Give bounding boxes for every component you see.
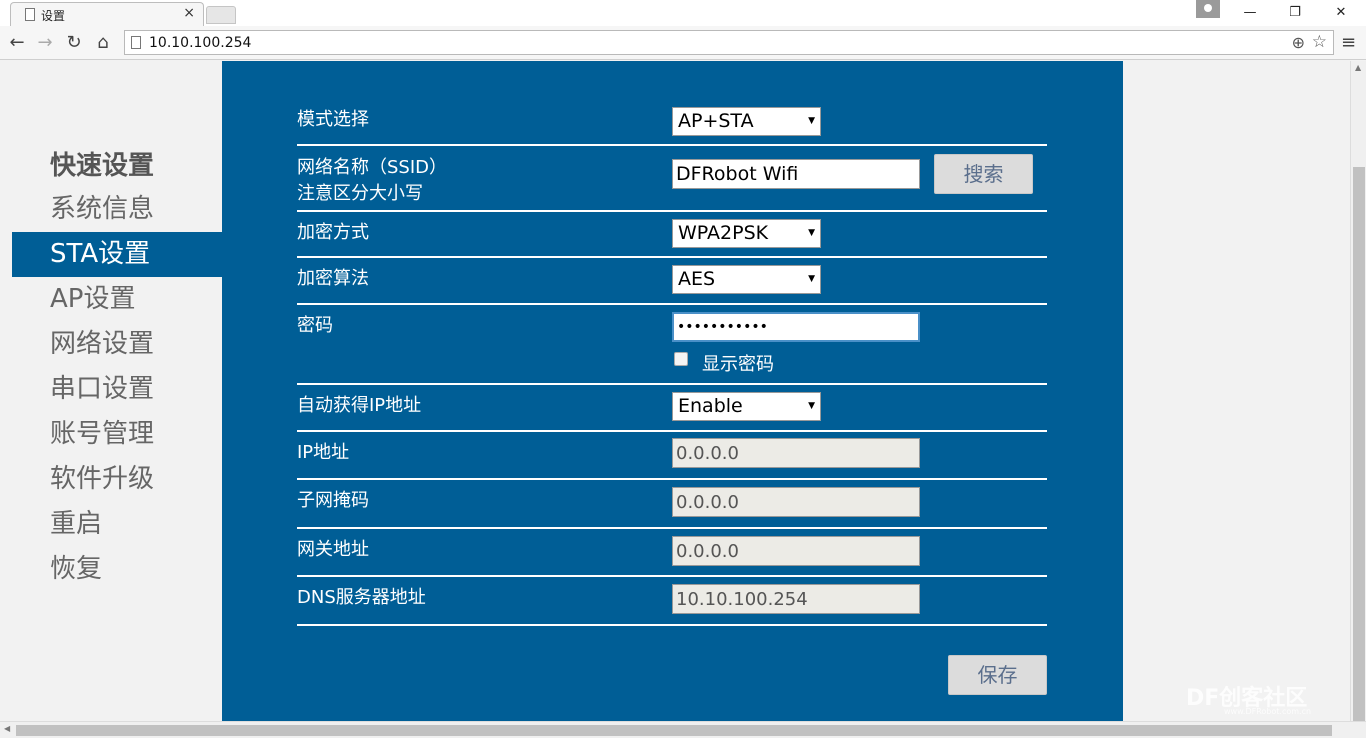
algorithm-select-value: AES — [678, 268, 716, 290]
settings-panel: 模式选择 AP+STA ▼ 网络名称（SSID） 注意区分大小写 搜索 加密方式… — [222, 61, 1123, 721]
mode-select[interactable]: AP+STA ▼ — [672, 107, 821, 136]
ip-label: IP地址 — [297, 442, 350, 463]
dns-label: DNS服务器地址 — [297, 587, 426, 608]
gateway-label: 网关地址 — [297, 539, 369, 560]
mode-label: 模式选择 — [297, 109, 369, 130]
search-button[interactable]: 搜索 — [934, 154, 1033, 194]
save-button[interactable]: 保存 — [948, 655, 1047, 695]
sidebar-item-sta-settings[interactable]: STA设置 — [12, 232, 222, 277]
show-password-label: 显示密码 — [702, 354, 774, 375]
dhcp-select-value: Enable — [678, 395, 743, 417]
sidebar-item-system-info[interactable]: 系统信息 — [12, 187, 222, 232]
sidebar-item-ap-settings[interactable]: AP设置 — [12, 277, 222, 322]
horizontal-scroll-thumb[interactable] — [16, 725, 1332, 736]
sidebar: 快速设置 系统信息 STA设置 AP设置 网络设置 串口设置 账号管理 软件升级… — [12, 145, 222, 592]
tab-title: 设置 — [41, 9, 66, 23]
subnet-input — [672, 487, 920, 517]
dropdown-arrow-icon: ▼ — [808, 116, 815, 126]
browser-tab[interactable]: 设置 × — [10, 2, 204, 26]
reload-icon[interactable]: ↻ — [63, 32, 85, 54]
password-row: 密码 显示密码 — [297, 305, 1047, 385]
address-bar[interactable]: ⊕ ☆ — [124, 30, 1334, 55]
close-window-button[interactable]: ✕ — [1319, 0, 1363, 26]
sidebar-item-network-settings[interactable]: 网络设置 — [12, 322, 222, 367]
dns-input — [672, 584, 920, 614]
browser-toolbar: ← → ↻ ⌂ ⊕ ☆ ≡ — [0, 26, 1366, 60]
page-icon — [25, 8, 35, 21]
forward-arrow-icon[interactable]: → — [34, 32, 56, 54]
algorithm-row: 加密算法 AES ▼ — [297, 258, 1047, 305]
back-arrow-icon[interactable]: ← — [6, 32, 28, 54]
dhcp-row: 自动获得IP地址 Enable ▼ — [297, 385, 1047, 432]
mode-row: 模式选择 AP+STA ▼ — [297, 101, 1047, 146]
sidebar-item-quick-setup[interactable]: 快速设置 — [12, 145, 222, 187]
tab-close-icon[interactable]: × — [183, 5, 195, 21]
algorithm-label: 加密算法 — [297, 268, 369, 289]
ssid-row: 网络名称（SSID） 注意区分大小写 搜索 — [297, 146, 1047, 212]
ssid-input[interactable] — [672, 159, 920, 189]
horizontal-scrollbar[interactable]: ◀ — [0, 721, 1366, 738]
new-tab-button[interactable] — [206, 6, 236, 24]
ip-input — [672, 438, 920, 468]
encryption-select[interactable]: WPA2PSK ▼ — [672, 219, 821, 248]
sidebar-item-restore[interactable]: 恢复 — [12, 547, 222, 592]
minimize-button[interactable]: — — [1228, 0, 1272, 26]
dhcp-select[interactable]: Enable ▼ — [672, 392, 821, 421]
dns-row: DNS服务器地址 — [297, 577, 1047, 626]
show-password-checkbox[interactable] — [674, 352, 688, 366]
encryption-select-value: WPA2PSK — [678, 222, 769, 244]
encryption-label: 加密方式 — [297, 222, 369, 243]
home-icon[interactable]: ⌂ — [92, 32, 114, 54]
scroll-up-icon[interactable]: ▲ — [1355, 63, 1361, 72]
vertical-scroll-thumb[interactable] — [1353, 167, 1365, 721]
sidebar-item-serial-settings[interactable]: 串口设置 — [12, 367, 222, 412]
page-content: 快速设置 系统信息 STA设置 AP设置 网络设置 串口设置 账号管理 软件升级… — [0, 61, 1350, 721]
dropdown-arrow-icon: ▼ — [808, 228, 815, 238]
encryption-row: 加密方式 WPA2PSK ▼ — [297, 212, 1047, 258]
sidebar-item-restart[interactable]: 重启 — [12, 502, 222, 547]
url-input[interactable] — [149, 33, 1249, 52]
ssid-label: 网络名称（SSID） — [297, 157, 448, 178]
sidebar-item-account[interactable]: 账号管理 — [12, 412, 222, 457]
password-label: 密码 — [297, 315, 333, 336]
watermark-url: www.DFRobot.com.cn — [1224, 707, 1312, 716]
gateway-input — [672, 536, 920, 566]
sidebar-item-upgrade[interactable]: 软件升级 — [12, 457, 222, 502]
scroll-left-icon[interactable]: ◀ — [4, 724, 10, 733]
dropdown-arrow-icon: ▼ — [808, 401, 815, 411]
tab-strip: 设置 × — ❐ ✕ — [0, 0, 1366, 26]
maximize-button[interactable]: ❐ — [1273, 0, 1317, 26]
page-icon — [131, 36, 141, 49]
subnet-row: 子网掩码 — [297, 480, 1047, 529]
ssid-note: 注意区分大小写 — [297, 183, 423, 204]
ip-row: IP地址 — [297, 432, 1047, 480]
subnet-label: 子网掩码 — [297, 490, 369, 511]
mode-select-value: AP+STA — [678, 110, 754, 132]
algorithm-select[interactable]: AES ▼ — [672, 265, 821, 294]
dropdown-arrow-icon: ▼ — [808, 274, 815, 284]
zoom-icon[interactable]: ⊕ — [1292, 33, 1305, 52]
menu-icon[interactable]: ≡ — [1341, 32, 1356, 53]
watermark: DF创客社区 www.DFRobot.com.cn — [1186, 680, 1311, 716]
password-input[interactable] — [672, 312, 920, 342]
user-icon[interactable] — [1196, 0, 1220, 18]
dhcp-label: 自动获得IP地址 — [297, 395, 422, 416]
vertical-scrollbar[interactable]: ▲ — [1350, 61, 1366, 721]
bookmark-star-icon[interactable]: ☆ — [1312, 32, 1327, 52]
gateway-row: 网关地址 — [297, 529, 1047, 577]
